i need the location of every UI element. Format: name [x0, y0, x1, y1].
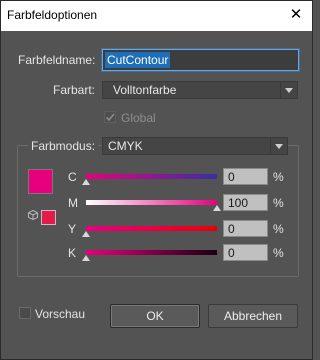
color-mode-label: Farbmodus: — [28, 139, 99, 153]
channel-label-k: K — [68, 246, 77, 260]
channel-value: 0 — [228, 170, 235, 184]
channel-value-input-y[interactable]: 0 — [223, 220, 268, 237]
chevron-down-icon — [270, 138, 287, 154]
color-type-dropdown[interactable]: Volltonfarbe — [102, 81, 298, 99]
channel-label-y: Y — [68, 222, 77, 236]
color-mode-dropdown[interactable]: CMYK — [102, 137, 288, 155]
channel-value-input-c[interactable]: 0 — [223, 168, 268, 185]
swatch-name-input[interactable]: CutContour — [102, 49, 299, 71]
percent-unit-label: % — [273, 246, 284, 260]
out-of-web-gamut-icon[interactable] — [28, 209, 38, 221]
preview-checkbox[interactable] — [19, 307, 31, 319]
channel-label-c: C — [68, 170, 77, 184]
channel-slider-k[interactable] — [86, 250, 217, 255]
channel-value-input-m[interactable]: 100 — [223, 194, 268, 211]
slider-thumb-c[interactable] — [82, 179, 90, 185]
window-title: Farbfeldoptionen — [7, 8, 98, 22]
color-type-label: Farbart: — [53, 83, 96, 97]
swatch-options-dialog: Farbfeldoptionen ✕ Farbfeldname: CutCont… — [0, 0, 313, 360]
channel-value-input-k[interactable]: 0 — [223, 244, 268, 261]
ok-button[interactable]: OK — [110, 304, 200, 328]
channel-slider-c[interactable] — [86, 174, 217, 179]
channel-slider-y[interactable] — [86, 226, 217, 231]
chevron-down-icon — [280, 82, 297, 98]
color-mode-value: CMYK — [108, 139, 143, 153]
slider-thumb-m[interactable] — [213, 205, 221, 211]
preview-label: Vorschau — [35, 307, 86, 321]
global-label: Global — [121, 111, 156, 125]
channel-value: 0 — [228, 222, 235, 236]
swatch-name-value: CutContour — [105, 52, 171, 68]
slider-thumb-y[interactable] — [82, 231, 90, 237]
channel-slider-m[interactable] — [86, 200, 217, 205]
cancel-button[interactable]: Abbrechen — [208, 304, 298, 328]
channel-value: 100 — [228, 196, 249, 210]
percent-unit-label: % — [273, 222, 284, 236]
gamut-correction-swatch[interactable] — [41, 210, 56, 225]
percent-unit-label: % — [273, 170, 284, 184]
channel-value: 0 — [228, 246, 235, 260]
checkmark-icon — [105, 113, 115, 122]
title-bar: Farbfeldoptionen ✕ — [1, 1, 312, 31]
global-checkbox[interactable] — [104, 111, 116, 123]
color-preview-swatch — [28, 169, 53, 194]
channel-label-m: M — [68, 196, 78, 210]
slider-thumb-k[interactable] — [82, 255, 90, 261]
color-type-value: Volltonfarbe — [113, 83, 177, 97]
percent-unit-label: % — [273, 196, 284, 210]
swatch-name-label: Farbfeldname: — [18, 53, 96, 67]
close-icon[interactable]: ✕ — [284, 3, 308, 27]
